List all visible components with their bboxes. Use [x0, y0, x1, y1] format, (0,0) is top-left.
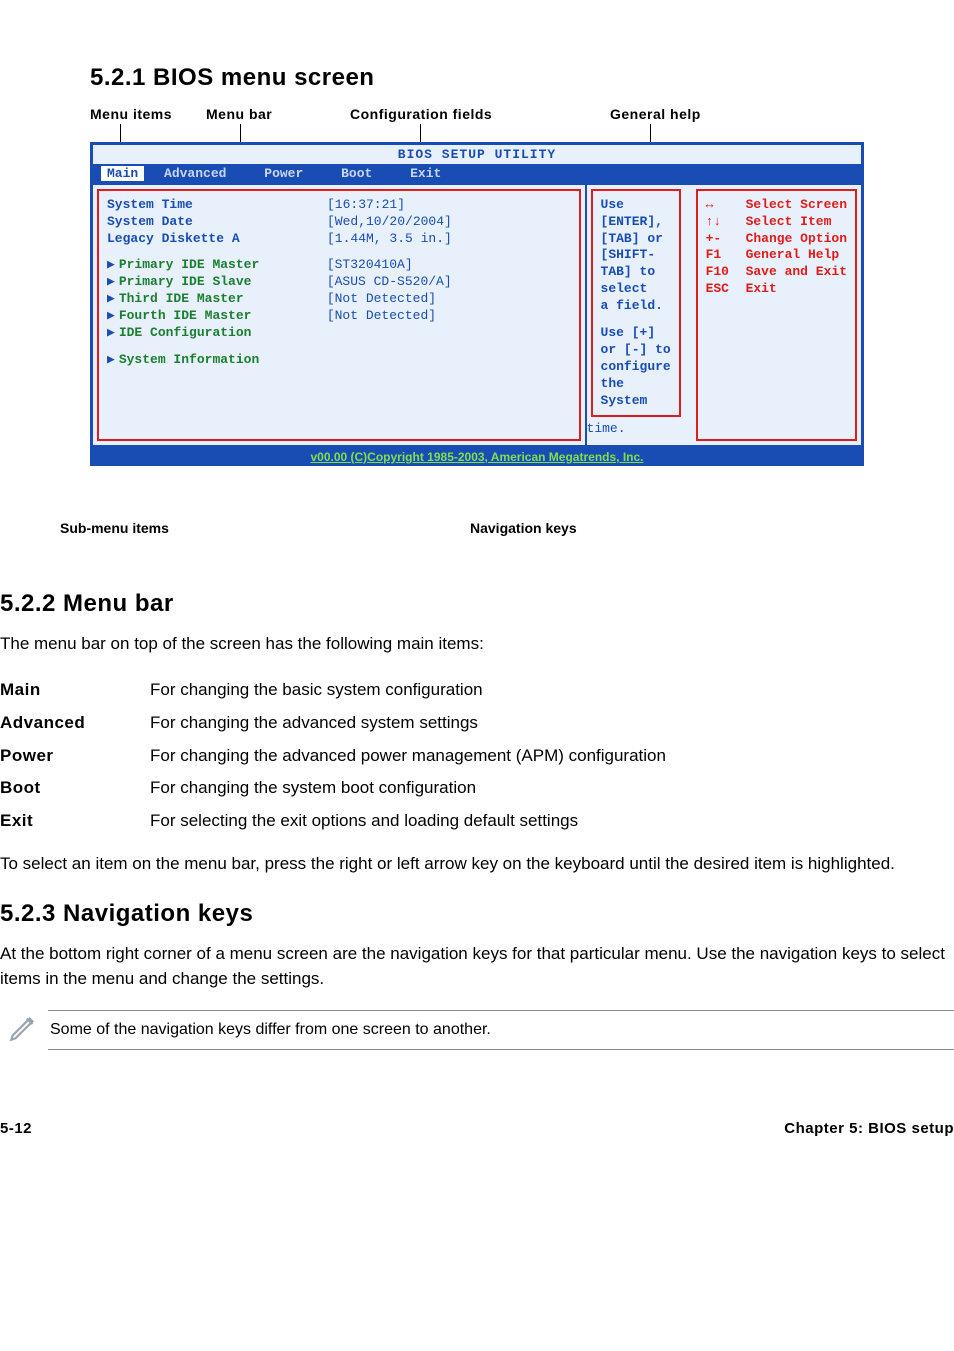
label-menu-items: Menu items	[90, 106, 172, 122]
help-line: Use [ENTER], [TAB] or	[601, 197, 671, 248]
submenu-arrow-icon: ▶	[107, 325, 115, 340]
row-system-information[interactable]: ▶System Information	[107, 352, 571, 369]
def-row: BootFor changing the system boot configu…	[0, 772, 666, 805]
nav-row: +-Change Option	[706, 231, 847, 248]
submenu-arrow-icon: ▶	[107, 308, 115, 323]
bottom-callout-labels: Sub-menu items Navigation keys	[0, 520, 954, 540]
nav-row: ↔Select Screen	[706, 197, 847, 214]
row-system-date[interactable]: System Date[Wed,10/20/2004]	[107, 214, 571, 231]
heading-522: 5.2.2 Menu bar	[0, 590, 954, 618]
bios-tab-power[interactable]: Power	[264, 166, 303, 181]
navkeys-para: At the bottom right corner of a menu scr…	[0, 942, 954, 991]
def-row: MainFor changing the basic system config…	[0, 674, 666, 707]
menubar-intro: The menu bar on top of the screen has th…	[0, 632, 954, 657]
row-primary-ide-master[interactable]: ▶Primary IDE Master[ST320410A]	[107, 257, 571, 274]
heading-523: 5.2.3 Navigation keys	[0, 900, 954, 928]
page-number: 5-12	[0, 1120, 32, 1137]
bios-copyright: v00.00 (C)Copyright 1985-2003, American …	[90, 448, 864, 466]
page-footer: 5-12 Chapter 5: BIOS setup	[0, 1120, 954, 1137]
def-row: PowerFor changing the advanced power man…	[0, 740, 666, 773]
bios-left-panel: System Time[16:37:21] System Date[Wed,10…	[97, 189, 581, 441]
pencil-icon	[0, 1010, 48, 1049]
menubar-outro: To select an item on the menu bar, press…	[0, 852, 954, 877]
bios-title: BIOS SETUP UTILITY	[93, 145, 861, 164]
label-navigation-keys: Navigation keys	[470, 520, 577, 536]
note-text: Some of the navigation keys differ from …	[48, 1010, 954, 1050]
submenu-arrow-icon: ▶	[107, 291, 115, 306]
bios-tab-advanced[interactable]: Advanced	[164, 166, 226, 181]
label-submenu-items: Sub-menu items	[60, 520, 169, 536]
def-row: ExitFor selecting the exit options and l…	[0, 805, 666, 838]
bios-help-panel: Use [ENTER], [TAB] or [SHIFT-TAB] to sel…	[591, 189, 681, 418]
row-legacy-diskette[interactable]: Legacy Diskette A[1.44M, 3.5 in.]	[107, 231, 571, 248]
bios-tab-main[interactable]: Main	[101, 166, 144, 181]
label-menu-bar: Menu bar	[206, 106, 272, 122]
nav-row: ↑↓Select Item	[706, 214, 847, 231]
row-system-time[interactable]: System Time[16:37:21]	[107, 197, 571, 214]
menubar-definitions: MainFor changing the basic system config…	[0, 674, 666, 837]
bios-nav-keys: ↔Select Screen ↑↓Select Item +-Change Op…	[696, 189, 857, 441]
note-box: Some of the navigation keys differ from …	[0, 1010, 954, 1050]
help-line: time.	[587, 421, 685, 438]
submenu-arrow-icon: ▶	[107, 257, 115, 272]
top-callout-labels: Menu items Menu bar Configuration fields…	[90, 106, 864, 142]
bios-menubar: Main Advanced Power Boot Exit	[93, 164, 861, 185]
row-fourth-ide-master[interactable]: ▶Fourth IDE Master[Not Detected]	[107, 308, 571, 325]
submenu-arrow-icon: ▶	[107, 352, 115, 367]
help-line: Use [+] or [-] to	[601, 325, 671, 359]
nav-row: ESCExit	[706, 281, 847, 298]
nav-row: F1General Help	[706, 247, 847, 264]
label-config-fields: Configuration fields	[350, 106, 492, 122]
help-line: a field.	[601, 298, 671, 315]
row-ide-configuration[interactable]: ▶IDE Configuration	[107, 325, 571, 342]
bios-screenshot: BIOS SETUP UTILITY Main Advanced Power B…	[90, 142, 864, 448]
bios-tab-exit[interactable]: Exit	[410, 166, 441, 181]
chapter-label: Chapter 5: BIOS setup	[784, 1120, 954, 1137]
heading-521: 5.2.1 BIOS menu screen	[90, 64, 864, 92]
row-third-ide-master[interactable]: ▶Third IDE Master[Not Detected]	[107, 291, 571, 308]
nav-row: F10Save and Exit	[706, 264, 847, 281]
def-row: AdvancedFor changing the advanced system…	[0, 707, 666, 740]
help-line: [SHIFT-TAB] to select	[601, 247, 671, 298]
submenu-arrow-icon: ▶	[107, 274, 115, 289]
label-general-help: General help	[610, 106, 701, 122]
row-primary-ide-slave[interactable]: ▶Primary IDE Slave[ASUS CD-S520/A]	[107, 274, 571, 291]
bios-tab-boot[interactable]: Boot	[341, 166, 372, 181]
help-line: configure the System	[601, 359, 671, 408]
